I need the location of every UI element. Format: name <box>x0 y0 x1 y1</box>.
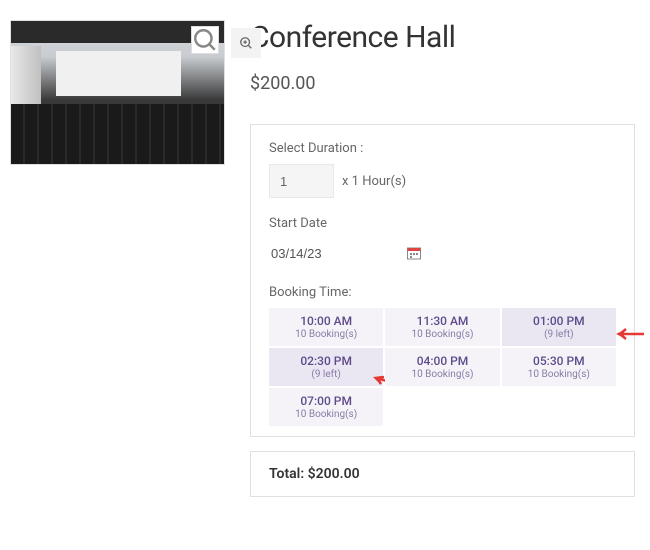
total-box: Total: $200.00 <box>250 451 635 497</box>
time-slot[interactable]: 05:30 PM10 Booking(s) <box>502 348 616 386</box>
time-slot[interactable]: 04:00 PM10 Booking(s) <box>385 348 499 386</box>
slot-availability: 10 Booking(s) <box>273 409 379 420</box>
booking-form: Select Duration : x 1 Hour(s) Start Date… <box>250 124 635 437</box>
product-title: Conference Hall <box>250 20 635 55</box>
time-slot[interactable]: 11:30 AM10 Booking(s) <box>385 308 499 346</box>
start-date-input[interactable] <box>269 239 394 267</box>
calendar-icon[interactable] <box>406 245 422 261</box>
time-slot[interactable]: 10:00 AM10 Booking(s) <box>269 308 383 346</box>
duration-input[interactable] <box>269 164 334 198</box>
duration-suffix: x 1 Hour(s) <box>342 174 406 189</box>
zoom-external-icon[interactable] <box>231 28 261 58</box>
time-slot[interactable]: 01:00 PM(9 left) <box>502 308 616 346</box>
start-date-label: Start Date <box>269 216 616 231</box>
duration-row: x 1 Hour(s) <box>269 164 616 198</box>
duration-label: Select Duration : <box>269 141 616 156</box>
zoom-icon[interactable] <box>191 26 219 54</box>
slot-availability: 10 Booking(s) <box>389 329 495 340</box>
total-value: $200.00 <box>308 466 360 482</box>
slot-time: 05:30 PM <box>506 354 612 368</box>
date-row <box>269 239 616 267</box>
product-price: $200.00 <box>250 73 635 94</box>
slot-time: 10:00 AM <box>273 314 379 328</box>
slot-time: 07:00 PM <box>273 394 379 408</box>
slot-availability: 10 Booking(s) <box>506 369 612 380</box>
slot-time: 01:00 PM <box>506 314 612 328</box>
image-column <box>10 20 225 497</box>
slot-availability: 10 Booking(s) <box>273 329 379 340</box>
product-image[interactable] <box>10 20 225 165</box>
slot-availability: 10 Booking(s) <box>389 369 495 380</box>
slot-time: 04:00 PM <box>389 354 495 368</box>
product-page: Conference Hall $200.00 Select Duration … <box>0 0 650 497</box>
slot-availability: (9 left) <box>273 369 379 380</box>
slot-time: 11:30 AM <box>389 314 495 328</box>
time-slots-grid: 10:00 AM10 Booking(s)11:30 AM10 Booking(… <box>269 308 616 426</box>
details-column: Conference Hall $200.00 Select Duration … <box>250 20 635 497</box>
time-slot[interactable]: 07:00 PM10 Booking(s) <box>269 388 383 426</box>
time-slot[interactable]: 02:30 PM(9 left) <box>269 348 383 386</box>
total-label: Total: <box>269 466 304 482</box>
booking-time-label: Booking Time: <box>269 285 616 300</box>
slot-availability: (9 left) <box>506 329 612 340</box>
slot-time: 02:30 PM <box>273 354 379 368</box>
annotation-arrow-icon <box>614 326 646 345</box>
product-image-wrap <box>10 20 225 165</box>
